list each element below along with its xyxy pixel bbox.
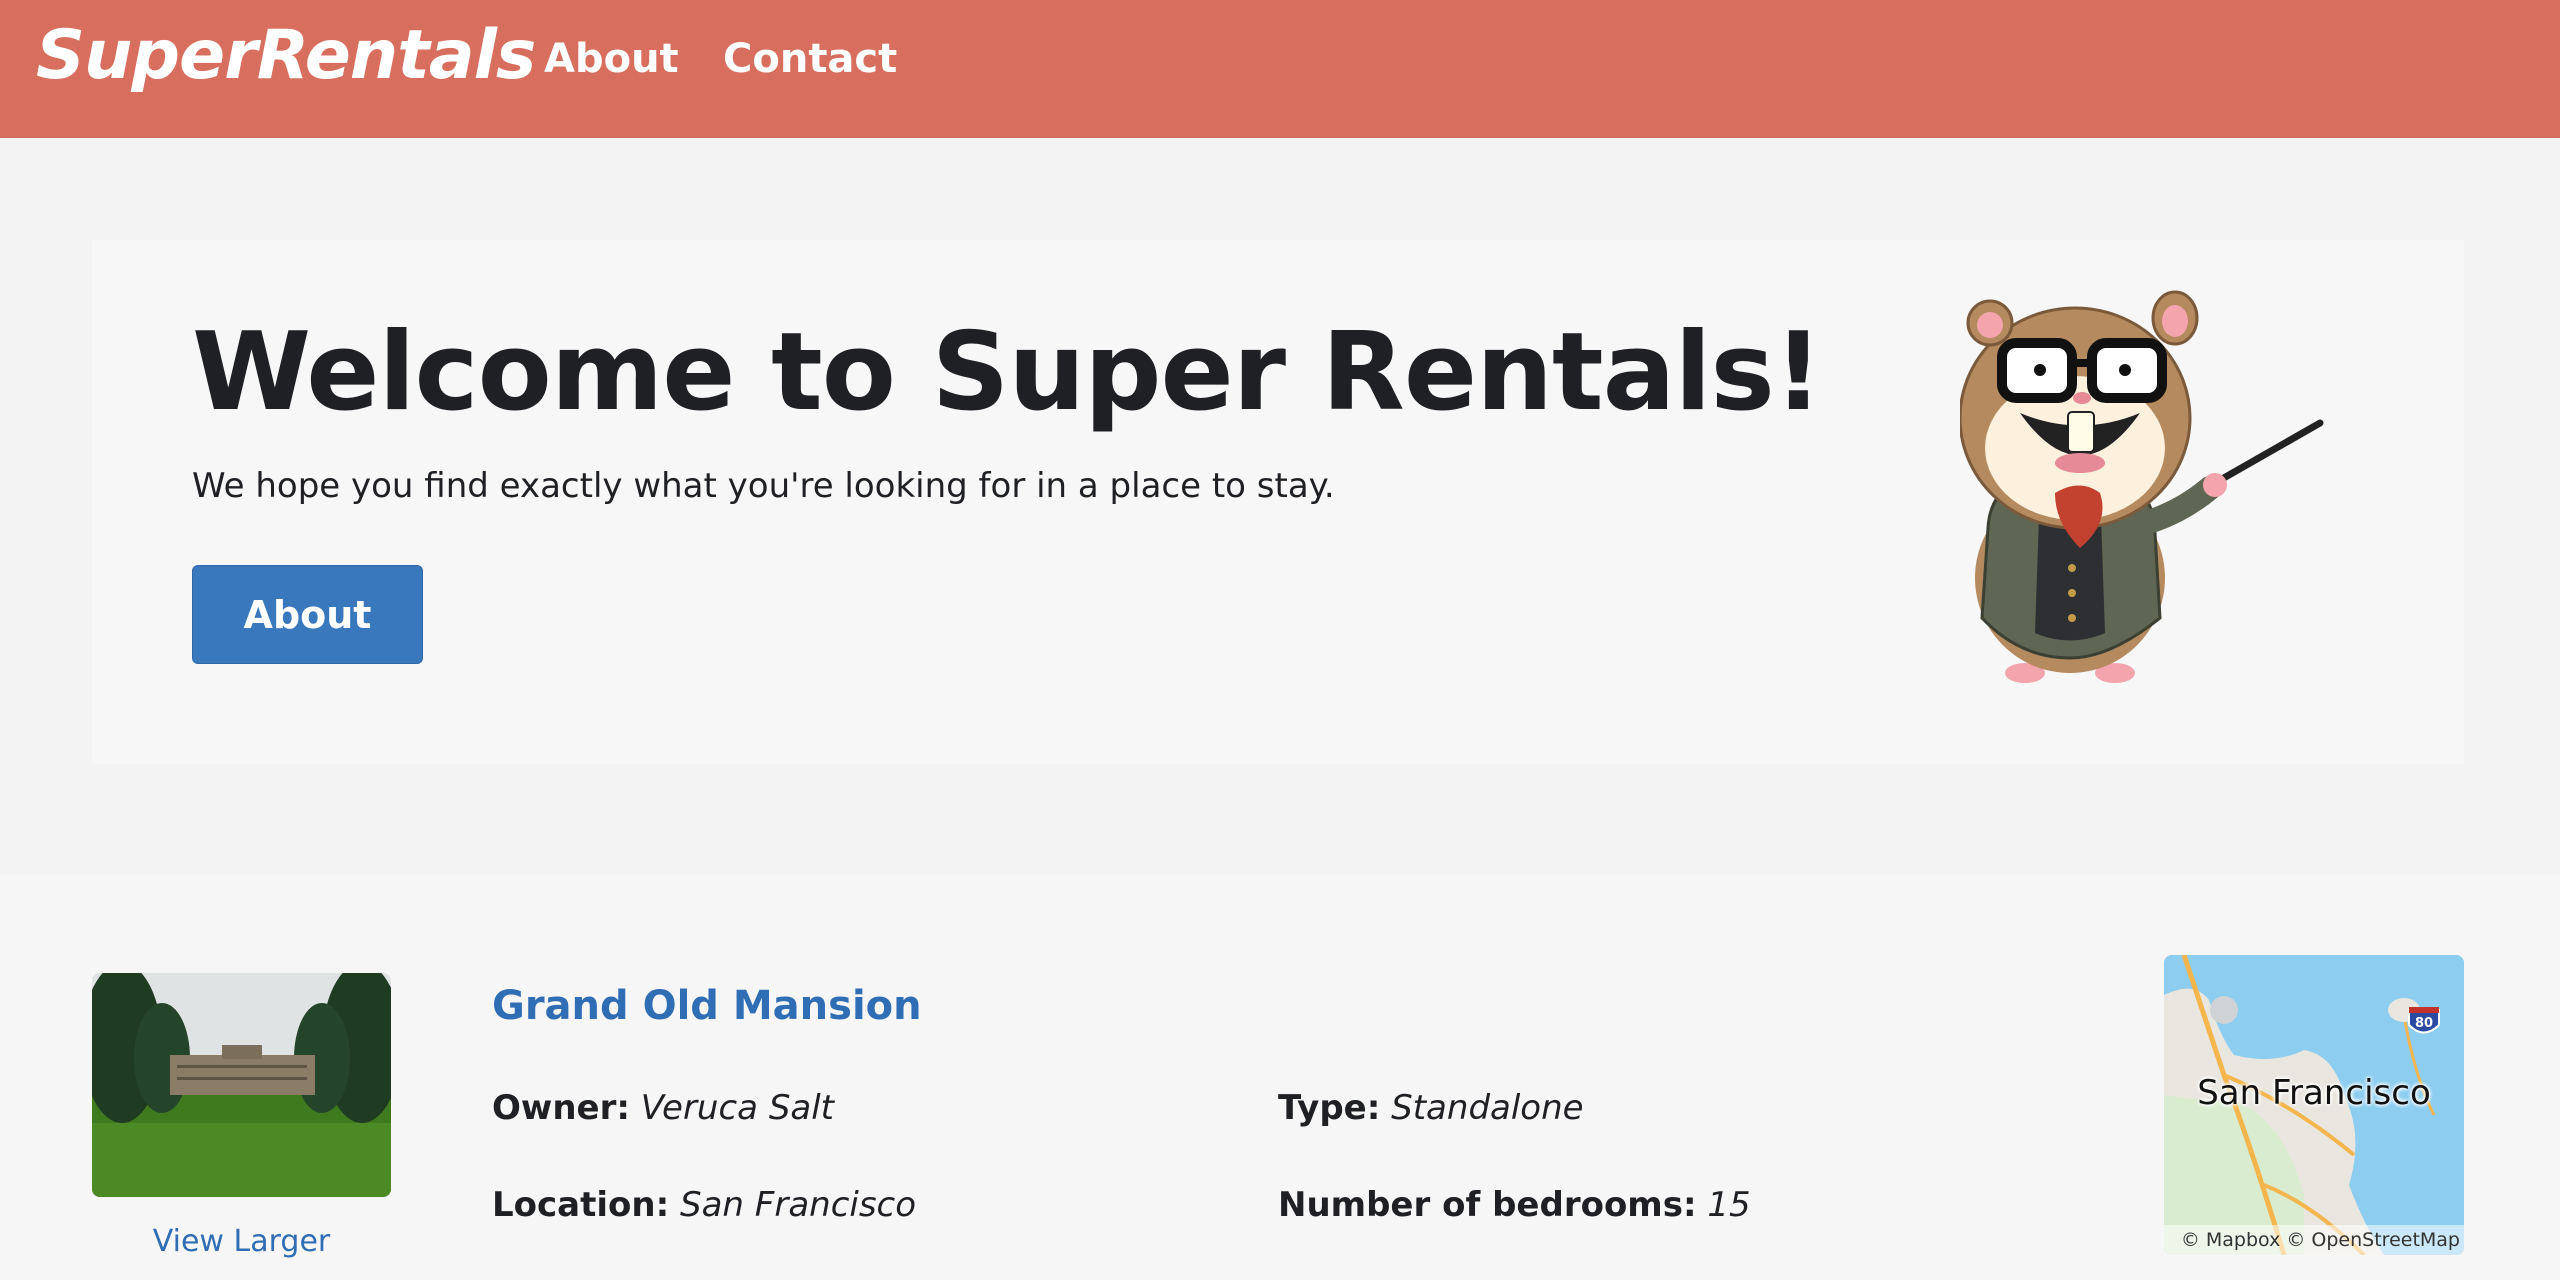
- nav-link-about[interactable]: About: [544, 36, 679, 82]
- view-larger-link[interactable]: View Larger: [92, 1224, 391, 1259]
- top-navbar: SuperRentals About Contact: [0, 0, 2560, 138]
- rental-bedrooms: Number of bedrooms: 15: [1278, 1185, 1751, 1225]
- interstate-shield-label: 80: [2415, 1016, 2433, 1031]
- bedrooms-label: Number of bedrooms:: [1278, 1185, 1697, 1225]
- owner-value: Veruca Salt: [640, 1088, 835, 1128]
- map-city-label: San Francisco: [2197, 1073, 2431, 1113]
- rental-location: Location: San Francisco: [492, 1185, 916, 1225]
- rental-owner: Owner: Veruca Salt: [492, 1088, 834, 1128]
- rental-map[interactable]: 80 San Francisco © Mapbox © OpenStreetMa…: [2164, 955, 2464, 1255]
- owner-label: Owner:: [492, 1088, 630, 1128]
- location-label: Location:: [492, 1185, 670, 1225]
- hero-subtitle: We hope you find exactly what you're loo…: [192, 466, 1335, 506]
- hero-title: Welcome to Super Rentals!: [192, 310, 1823, 435]
- about-button[interactable]: About: [192, 565, 423, 664]
- tomster-mascot-icon: [1958, 288, 2330, 688]
- bedrooms-value: 15: [1707, 1185, 1751, 1225]
- location-value: San Francisco: [680, 1185, 917, 1225]
- brand-logo-link[interactable]: SuperRentals: [36, 16, 536, 95]
- type-label: Type:: [1278, 1088, 1381, 1128]
- rental-type: Type: Standalone: [1278, 1088, 1584, 1128]
- type-value: Standalone: [1391, 1088, 1584, 1128]
- rental-title-link[interactable]: Grand Old Mansion: [492, 983, 922, 1029]
- rental-photo[interactable]: [92, 973, 391, 1197]
- nav-link-contact[interactable]: Contact: [723, 36, 897, 82]
- map-attribution[interactable]: © Mapbox © OpenStreetMap: [2164, 1225, 2464, 1255]
